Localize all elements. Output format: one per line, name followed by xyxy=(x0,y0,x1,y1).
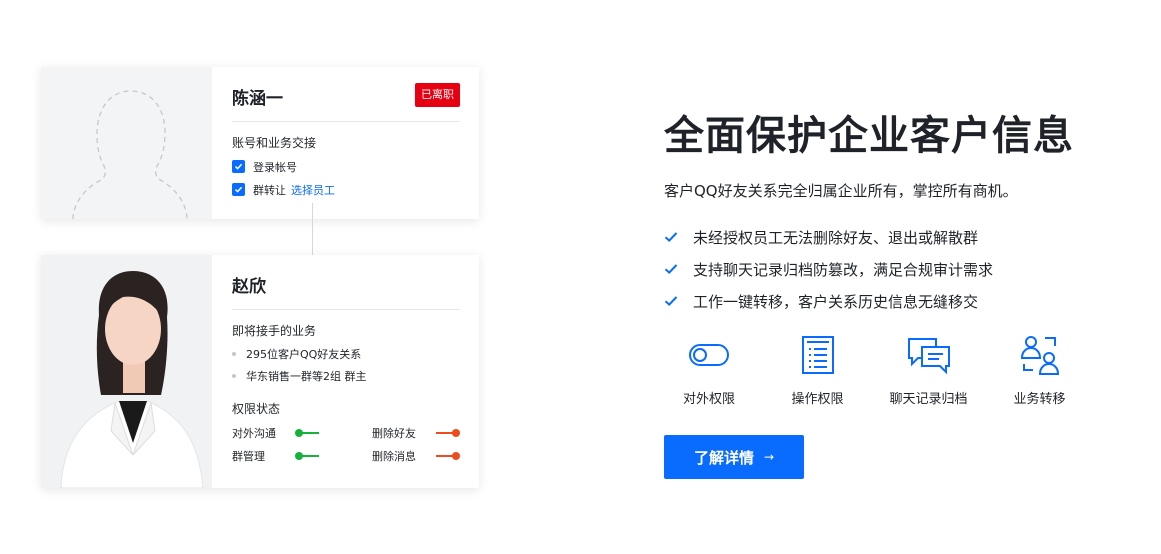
learn-more-button[interactable]: 了解详情 → xyxy=(664,435,804,479)
checkmark-icon xyxy=(664,295,680,307)
feature-list: 未经授权员工无法删除好友、退出或解散群 支持聊天记录归档防篡改，满足合规审计需求… xyxy=(664,221,993,317)
permission-label: 对外沟通 xyxy=(232,426,276,440)
capability-operation-permission: 操作权限 xyxy=(770,334,865,407)
arrow-right-icon: → xyxy=(763,450,775,464)
capability-business-transfer: 业务转移 xyxy=(992,334,1087,407)
silhouette-icon xyxy=(72,90,188,219)
list-item: 工作一键转移，客户关系历史信息无缝移交 xyxy=(664,285,993,317)
check-row-group-transfer[interactable]: 群转让 选择员工 xyxy=(232,182,460,197)
permission-external-communication: 对外沟通 xyxy=(232,421,372,444)
chat-bubbles-icon xyxy=(907,338,950,375)
departed-employee-card: 陈涵一 已离职 账号和业务交接 登录帐号 群转让 选择员工 xyxy=(41,67,479,219)
checkmark-icon xyxy=(664,263,680,275)
list-item: 295位客户QQ好友关系 xyxy=(232,346,460,361)
feature-text: 工作一键转移，客户关系历史信息无缝移交 xyxy=(693,292,979,311)
permission-status-title: 权限状态 xyxy=(232,402,281,416)
list-item-text: 295位客户QQ好友关系 xyxy=(246,347,362,361)
list-document-icon xyxy=(801,336,834,374)
capability-chat-archive: 聊天记录归档 xyxy=(881,334,976,407)
permission-delete-message: 删除消息 xyxy=(372,444,460,467)
permission-label: 群管理 xyxy=(232,449,265,463)
page-title: 全面保护企业客户信息 xyxy=(664,113,1074,159)
avatar-placeholder xyxy=(41,67,212,219)
checkbox-checked-icon[interactable] xyxy=(232,183,245,196)
status-badge: 已离职 xyxy=(415,83,460,107)
bullet-icon xyxy=(232,351,236,356)
capability-label: 对外权限 xyxy=(682,392,735,407)
permission-group-management: 群管理 xyxy=(232,444,372,467)
divider xyxy=(232,309,460,310)
check-label: 登录帐号 xyxy=(253,160,297,174)
capability-label: 聊天记录归档 xyxy=(889,392,968,407)
avatar xyxy=(41,255,212,488)
toggle-on-icon[interactable] xyxy=(295,428,319,437)
toggle-off-icon[interactable] xyxy=(436,428,460,437)
learn-more-label: 了解详情 xyxy=(693,448,754,467)
check-label: 群转让 xyxy=(253,183,286,197)
capability-label: 业务转移 xyxy=(1013,392,1066,407)
handover-section-title: 账号和业务交接 xyxy=(232,136,317,150)
list-item: 支持聊天记录归档防篡改，满足合规审计需求 xyxy=(664,253,993,285)
toggle-on-icon[interactable] xyxy=(295,451,319,460)
feature-text: 未经授权员工无法删除好友、退出或解散群 xyxy=(693,228,979,247)
list-item-text: 华东销售一群等2组 群主 xyxy=(246,369,367,383)
divider xyxy=(232,121,460,122)
permission-grid: 对外沟通 删除好友 群管理 删除消息 xyxy=(232,421,460,467)
employee-name: 赵欣 xyxy=(232,277,266,297)
list-item: 华东销售一群等2组 群主 xyxy=(232,368,460,383)
check-row-login-account[interactable]: 登录帐号 xyxy=(232,159,460,174)
feature-text: 支持聊天记录归档防篡改，满足合规审计需求 xyxy=(693,260,994,279)
handover-business-title: 即将接手的业务 xyxy=(232,324,317,338)
toggle-icon xyxy=(689,344,729,366)
select-employee-link[interactable]: 选择员工 xyxy=(291,182,335,198)
page-subtitle: 客户QQ好友关系完全归属企业所有，掌控所有商机。 xyxy=(664,182,1018,200)
permission-label: 删除消息 xyxy=(372,449,416,463)
list-item: 未经授权员工无法删除好友、退出或解散群 xyxy=(664,221,993,253)
checkbox-checked-icon[interactable] xyxy=(232,160,245,173)
person-photo-icon xyxy=(41,255,212,488)
permission-label: 删除好友 xyxy=(372,426,416,440)
users-transfer-icon xyxy=(1020,336,1059,375)
toggle-off-icon[interactable] xyxy=(436,451,460,460)
capability-label: 操作权限 xyxy=(791,392,844,407)
capability-external-permission: 对外权限 xyxy=(664,334,754,407)
successor-employee-card: 赵欣 即将接手的业务 295位客户QQ好友关系 华东销售一群等2组 群主 权限状… xyxy=(41,255,479,488)
departed-card-body: 陈涵一 已离职 账号和业务交接 登录帐号 群转让 选择员工 xyxy=(212,67,479,219)
permission-delete-friend: 删除好友 xyxy=(372,421,460,444)
bullet-icon xyxy=(232,373,236,378)
capability-icons: 对外权限 操作权限 聊天记录归档 业务转移 xyxy=(664,334,1103,407)
successor-card-body: 赵欣 即将接手的业务 295位客户QQ好友关系 华东销售一群等2组 群主 权限状… xyxy=(212,255,479,488)
checkmark-icon xyxy=(664,231,680,243)
